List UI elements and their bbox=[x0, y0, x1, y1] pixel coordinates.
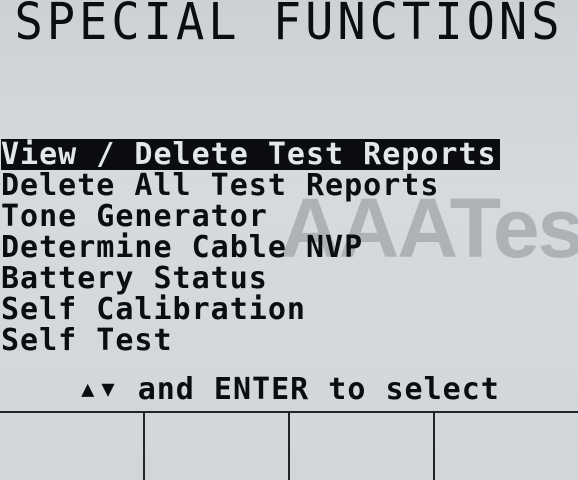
menu-item-label: Tone Generator bbox=[1, 199, 268, 234]
navigation-hint: ▲ ▼ and ENTER to select bbox=[0, 372, 578, 408]
softkey-4[interactable] bbox=[433, 413, 578, 480]
menu-item-label: Battery Status bbox=[1, 261, 268, 296]
page-title: SPECIAL FUNCTIONS bbox=[14, 0, 564, 53]
menu-item-self-test[interactable]: Self Test bbox=[0, 325, 578, 356]
hint-text: and ENTER to select bbox=[137, 372, 500, 407]
menu-item-view-delete-test-reports[interactable]: View / Delete Test Reports bbox=[0, 139, 578, 170]
function-menu: View / Delete Test Reports Delete All Te… bbox=[0, 139, 578, 356]
softkey-3[interactable] bbox=[288, 413, 435, 480]
lcd-screen: SPECIAL FUNCTIONS AAATesters View / Dele… bbox=[0, 0, 578, 480]
menu-item-label: View / Delete Test Reports bbox=[1, 139, 500, 170]
menu-item-delete-all-test-reports[interactable]: Delete All Test Reports bbox=[0, 170, 578, 201]
menu-item-label: Self Test bbox=[1, 323, 173, 358]
down-arrow-icon: ▼ bbox=[101, 377, 116, 402]
softkey-2[interactable] bbox=[143, 413, 290, 480]
menu-item-label: Determine Cable NVP bbox=[1, 230, 364, 265]
softkey-1[interactable] bbox=[0, 413, 145, 480]
menu-item-self-calibration[interactable]: Self Calibration bbox=[0, 294, 578, 325]
menu-item-tone-generator[interactable]: Tone Generator bbox=[0, 201, 578, 232]
softkey-bar bbox=[0, 411, 578, 480]
menu-item-label: Delete All Test Reports bbox=[1, 168, 440, 203]
up-arrow-icon: ▲ bbox=[81, 377, 96, 402]
menu-item-label: Self Calibration bbox=[1, 292, 306, 327]
menu-item-battery-status[interactable]: Battery Status bbox=[0, 263, 578, 294]
menu-item-determine-cable-nvp[interactable]: Determine Cable NVP bbox=[0, 232, 578, 263]
